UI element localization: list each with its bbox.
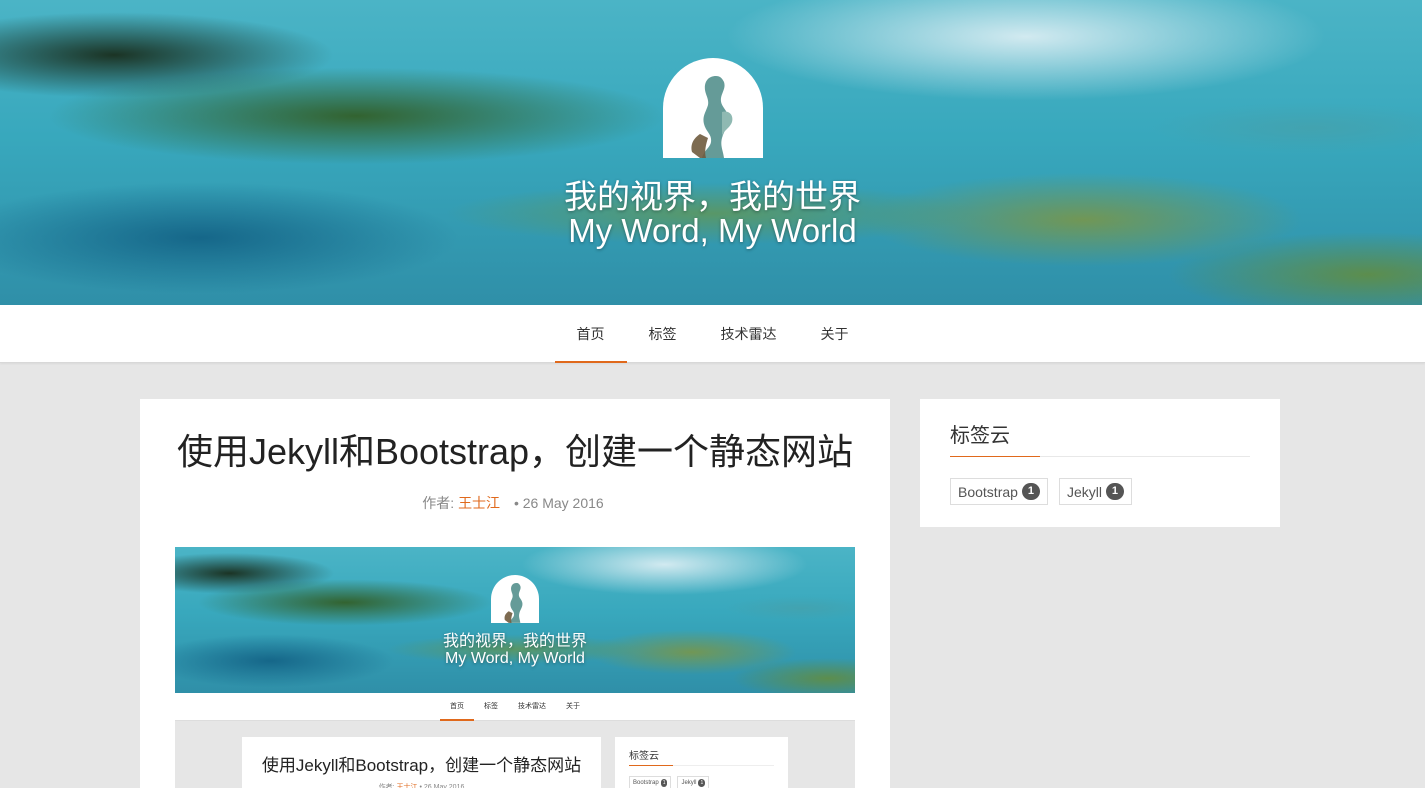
screenshot-nav-tags: 标签 [484, 703, 498, 710]
screenshot-title-chinese: 我的视界，我的世界 [442, 633, 587, 650]
screenshot-author: 王士江 [396, 784, 418, 788]
screenshot-sidebar: 标签云 Bootstrap 1 Jekyll 1 [615, 737, 788, 788]
screenshot-title-english: My Word, My World [445, 650, 585, 667]
tag-cloud-title: 标签云 [950, 419, 1250, 457]
screenshot-post-card: 使用Jekyll和Bootstrap，创建一个静态网站 作者: 王士江 • 26… [242, 737, 601, 788]
post-meta: 作者: 王士江 • 26 May 2016 [175, 493, 855, 513]
tag-count-badge: 1 [1105, 483, 1124, 500]
tag-bootstrap[interactable]: Bootstrap 1 [950, 478, 1048, 505]
site-banner: 我的视界，我的世界 My Word, My World [0, 0, 1425, 305]
tag-name: Jekyll [1066, 483, 1102, 500]
mermaid-silhouette-icon[interactable] [662, 58, 763, 158]
author-prefix: 作者: [422, 495, 455, 511]
logo-graphic-mini [504, 583, 523, 623]
screenshot-tag-count: 1 [660, 779, 668, 787]
nav-item-about[interactable]: 关于 [799, 305, 871, 362]
screenshot-date: • 26 May 2016 [419, 784, 465, 788]
screenshot-author-prefix: 作者: [378, 784, 395, 788]
post-card: 使用Jekyll和Bootstrap，创建一个静态网站 作者: 王士江 • 26… [140, 399, 890, 788]
tag-jekyll[interactable]: Jekyll 1 [1058, 478, 1132, 505]
screenshot-sidebar-title: 标签云 [629, 747, 774, 766]
logo-graphic [690, 76, 732, 158]
tag-name: Bootstrap [958, 483, 1018, 500]
post-screenshot-image: 我的视界，我的世界 My Word, My World 首页 标签 技术雷达 关… [175, 547, 855, 788]
screenshot-tag-count: 1 [698, 779, 706, 787]
screenshot-tag-list: Bootstrap 1 Jekyll 1 [629, 776, 774, 788]
site-title-english: My Word, My World [568, 212, 857, 249]
site-title: 我的视界，我的世界 My Word, My World [564, 180, 861, 248]
screenshot-banner: 我的视界，我的世界 My Word, My World [175, 547, 855, 693]
mermaid-silhouette-icon [491, 575, 539, 623]
screenshot-content: 使用Jekyll和Bootstrap，创建一个静态网站 作者: 王士江 • 26… [242, 737, 788, 788]
screenshot-post-title: 使用Jekyll和Bootstrap，创建一个静态网站 [261, 756, 582, 775]
nav-item-home[interactable]: 首页 [554, 305, 627, 363]
screenshot-tag: Jekyll 1 [677, 776, 710, 788]
tag-list: Bootstrap 1 Jekyll 1 [950, 478, 1250, 505]
author-link[interactable]: 王士江 [458, 495, 500, 511]
nav-item-tags[interactable]: 标签 [627, 305, 699, 362]
screenshot-nav-tech-radar: 技术雷达 [518, 703, 546, 710]
screenshot-nav-home: 首页 [440, 693, 474, 721]
site-title-chinese: 我的视界，我的世界 [564, 178, 861, 215]
post-date: • 26 May 2016 [513, 495, 604, 511]
screenshot-site-title: 我的视界，我的世界 My Word, My World [443, 633, 587, 667]
post-title[interactable]: 使用Jekyll和Bootstrap，创建一个静态网站 [175, 429, 855, 475]
main-nav: 首页 标签 技术雷达 关于 [0, 305, 1425, 363]
screenshot-nav: 首页 标签 技术雷达 关于 [175, 693, 855, 721]
screenshot-nav-about: 关于 [566, 703, 580, 710]
screenshot-tag-name: Jekyll [681, 780, 697, 786]
tag-count-badge: 1 [1021, 483, 1040, 500]
screenshot-tag: Bootstrap 1 [629, 776, 672, 788]
screenshot-post-meta: 作者: 王士江 • 26 May 2016 [242, 782, 601, 788]
nav-item-tech-radar[interactable]: 技术雷达 [699, 305, 799, 362]
main-content: 使用Jekyll和Bootstrap，创建一个静态网站 作者: 王士江 • 26… [140, 399, 1280, 788]
tag-cloud-panel: 标签云 Bootstrap 1 Jekyll 1 [920, 399, 1280, 527]
screenshot-tag-name: Bootstrap [633, 780, 659, 786]
